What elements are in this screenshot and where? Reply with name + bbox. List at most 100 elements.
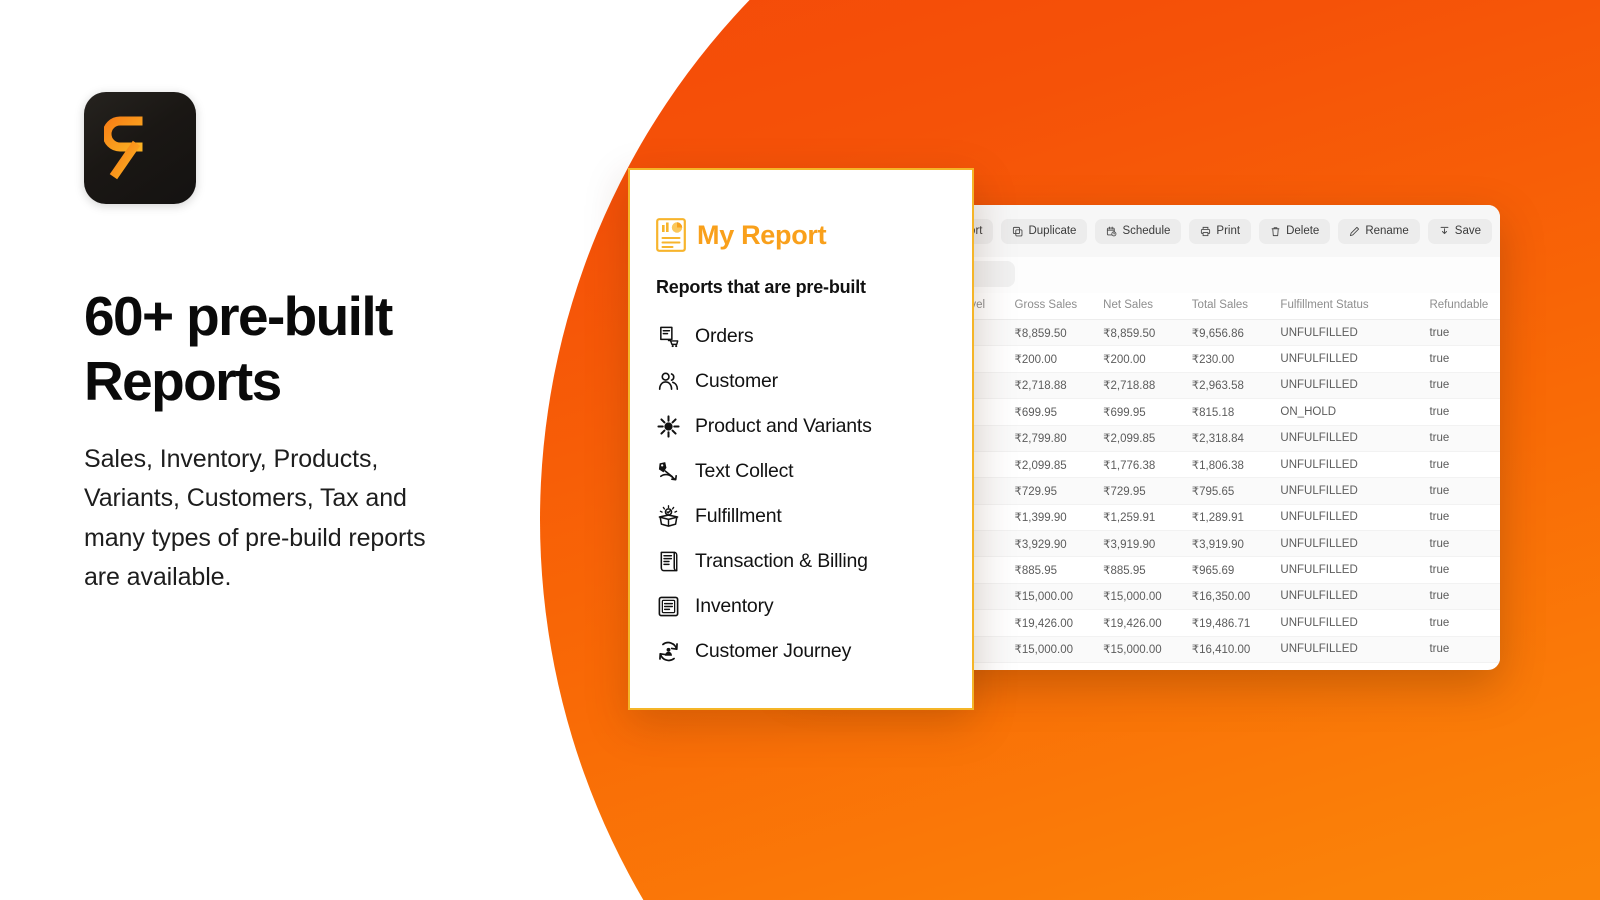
cell-refundable: true: [1429, 398, 1500, 426]
hand-tag-icon: [656, 460, 681, 483]
cell-fulfillment-status: UNFULFILLED: [1280, 425, 1430, 452]
cell-net-sales: ₹885.95: [1103, 556, 1192, 584]
cell-refundable: true: [1429, 504, 1500, 532]
column-header-refundable[interactable]: Refundable: [1429, 293, 1500, 320]
cell-net-sales: ₹2,718.88: [1103, 372, 1192, 400]
cell-total-sales: ₹965.69: [1191, 556, 1281, 584]
list-item-label: Transaction & Billing: [695, 550, 868, 572]
calendar-clock-icon: [1107, 226, 1117, 236]
printer-icon: [1201, 226, 1211, 236]
cell-total-sales: ₹1,806.38: [1191, 451, 1281, 479]
list-item-label: Inventory: [695, 595, 774, 617]
cell-fulfillment-status: UNFULFILLED: [1280, 477, 1430, 505]
hero-subcopy: Sales, Inventory, Products, Variants, Cu…: [84, 444, 426, 592]
cell-net-sales: ₹3,919.90: [1103, 530, 1192, 558]
cell-net-sales: ₹8,859.50: [1103, 319, 1192, 347]
cell-fulfillment-status: UNFULFILLED: [1280, 636, 1430, 663]
cell-refundable: true: [1429, 477, 1500, 505]
schedule-label: Schedule: [1122, 225, 1171, 237]
cell-net-sales: ₹15,000.00: [1103, 636, 1192, 663]
cell-gross-sales: ₹2,799.80: [1014, 425, 1104, 452]
cell-net-sales: ₹200.00: [1103, 345, 1192, 373]
cell-total-sales: ₹39,003.62: [1191, 662, 1281, 670]
cell-gross-sales: ₹885.95: [1014, 556, 1104, 584]
list-item-transaction-and-billing[interactable]: Transaction & Billing: [656, 539, 972, 584]
cell-total-sales: ₹19,486.71: [1191, 609, 1281, 637]
pencil-icon: [1350, 226, 1360, 236]
cell-fulfillment-status: UNFULFILLED: [1280, 451, 1430, 479]
cell-refundable: true: [1429, 583, 1500, 611]
cell-gross-sales: ₹15,000.00: [1014, 583, 1104, 611]
cell-refundable: true: [1429, 530, 1500, 558]
cell-fulfillment-status: UNFULFILLED: [1280, 319, 1430, 347]
duplicate-button[interactable]: Duplicate: [1001, 218, 1088, 244]
cell-total-sales: ₹9,656.86: [1191, 319, 1281, 347]
order-document-cart-icon: [656, 325, 681, 348]
cell-refundable: true: [1429, 636, 1500, 663]
report-document-chart-icon: [656, 218, 686, 252]
rename-button[interactable]: Rename: [1338, 218, 1420, 244]
column-header-net-sales[interactable]: Net Sales: [1103, 293, 1192, 320]
list-item-label: Product and Variants: [695, 415, 872, 437]
cell-net-sales: ₹15,000.00: [1103, 583, 1192, 611]
list-item-inventory[interactable]: Inventory: [656, 584, 972, 629]
download-icon: [1440, 226, 1449, 234]
list-item-label: Fulfillment: [695, 505, 782, 527]
customer-journey-refresh-icon: [656, 640, 681, 663]
cell-net-sales: ₹2,099.85: [1103, 425, 1192, 452]
cell-gross-sales: ₹2,099.85: [1014, 451, 1104, 479]
hero-column: 60+ pre-built Reports Sales, Inventory, …: [84, 92, 524, 598]
card-title: My Report: [697, 219, 827, 250]
invoice-scroll-icon: [656, 550, 681, 573]
cell-fulfillment-status: UNFULFILLED: [1280, 504, 1430, 532]
cell-gross-sales: ₹15,000.00: [1014, 636, 1104, 663]
cell-fulfillment-status: UNFULFILLED: [1280, 530, 1430, 558]
cell-fulfillment-status: ON_HOLD: [1280, 398, 1430, 426]
cell-net-sales: ₹19,426.00: [1103, 609, 1192, 637]
inventory-document-icon: [656, 595, 681, 618]
delete-label: Delete: [1286, 225, 1320, 237]
cell-net-sales: ₹699.95: [1103, 398, 1192, 426]
cell-refundable: true: [1429, 451, 1500, 479]
cell-fulfillment-status: UNFULFILLED: [1280, 556, 1430, 584]
delete-button[interactable]: Delete: [1259, 218, 1331, 244]
cell-total-sales: ₹16,350.00: [1191, 583, 1281, 611]
list-item-text-collect[interactable]: Text Collect: [656, 449, 972, 494]
cell-refundable: true: [1429, 345, 1500, 373]
cell-total-sales: ₹795.65: [1191, 477, 1281, 505]
cell-net-sales: ₹729.95: [1103, 477, 1192, 505]
print-button[interactable]: Print: [1189, 218, 1252, 244]
schedule-button[interactable]: Schedule: [1095, 218, 1182, 244]
my-report-card: My Report Reports that are pre-built Ord…: [628, 168, 974, 710]
re-monogram-logo-icon: [84, 92, 196, 204]
column-header-total-sales[interactable]: Total Sales: [1191, 293, 1281, 320]
cell-total-sales: ₹1,289.91: [1191, 504, 1281, 532]
list-item-product-and-variants[interactable]: Product and Variants: [656, 404, 972, 449]
list-item-label: Customer Journey: [695, 640, 852, 662]
cell-fulfillment-status: UNFULFILLED: [1280, 372, 1430, 400]
trash-icon: [1271, 226, 1280, 236]
cell-refundable: true: [1429, 372, 1500, 400]
cell-net-sales: ₹35,728.10: [1103, 662, 1192, 670]
prebuilt-reports-list: Orders Customer Product and Variants Tex…: [656, 314, 972, 674]
list-item-orders[interactable]: Orders: [656, 314, 972, 359]
cell-net-sales: ₹1,776.38: [1103, 451, 1192, 479]
product-starburst-icon: [656, 415, 681, 438]
cell-fulfillment-status: UNFULFILLED: [1280, 609, 1430, 637]
cell-fulfillment-status: UNFULFILLED: [1280, 583, 1430, 611]
list-item-label: Orders: [695, 325, 754, 347]
column-header-fulfillment-status[interactable]: Fulfillment Status: [1280, 293, 1430, 320]
cell-total-sales: ₹230.00: [1191, 345, 1281, 373]
cell-refundable: true: [1429, 662, 1500, 670]
list-item-customer[interactable]: Customer: [656, 359, 972, 404]
list-item-customer-journey[interactable]: Customer Journey: [656, 629, 972, 674]
open-box-check-icon: [656, 505, 681, 528]
column-header-gross-sales[interactable]: Gross Sales: [1014, 293, 1104, 320]
save-button[interactable]: Save: [1427, 218, 1492, 244]
duplicate-label: Duplicate: [1028, 225, 1077, 237]
list-item-fulfillment[interactable]: Fulfillment: [656, 494, 972, 539]
promo-slide: 60+ pre-built Reports Sales, Inventory, …: [0, 0, 1600, 900]
card-subtitle: Reports that are pre-built: [656, 277, 866, 297]
cell-refundable: true: [1429, 425, 1500, 452]
cell-gross-sales: ₹1,399.90: [1014, 504, 1104, 532]
